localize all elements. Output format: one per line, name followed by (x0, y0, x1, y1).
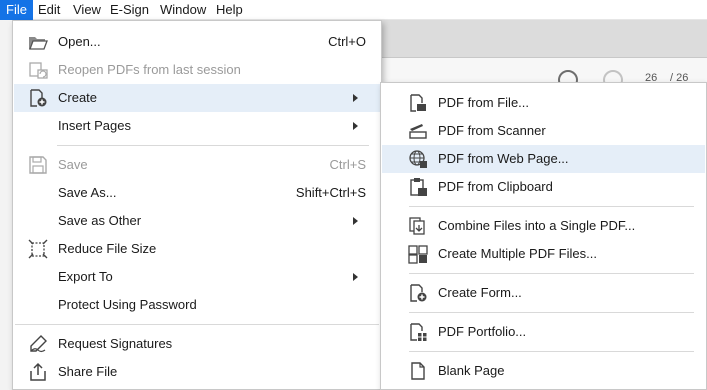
scanner-icon (408, 121, 428, 141)
submenu-item-pdf-portfolio[interactable]: PDF Portfolio... (382, 318, 705, 346)
menu-item-save-as-other[interactable]: Save as Other (14, 207, 380, 235)
compress-file-icon (28, 239, 48, 259)
form-icon (408, 283, 428, 303)
globe-icon (408, 149, 428, 169)
menu-item-save[interactable]: Save Ctrl+S (14, 151, 380, 179)
save-shortcut: Ctrl+S (329, 157, 366, 172)
pdf-from-file-icon (408, 93, 428, 113)
share-file-label: Share File (58, 364, 118, 379)
menu-separator (57, 145, 369, 146)
menu-item-export-to[interactable]: Export To (14, 263, 380, 291)
export-to-label: Export To (58, 269, 113, 284)
share-upload-icon (28, 362, 48, 382)
pdf-from-scanner-label: PDF from Scanner (438, 123, 546, 138)
menu-item-request-signatures[interactable]: Request Signatures (14, 330, 380, 358)
submenu-item-create-multiple[interactable]: Create Multiple PDF Files... (382, 240, 705, 268)
create-pdf-icon (28, 88, 48, 108)
blank-page-icon (408, 361, 428, 381)
create-multiple-label: Create Multiple PDF Files... (438, 246, 597, 261)
open-label: Open... (58, 34, 101, 49)
menu-separator (409, 206, 694, 207)
clipboard-icon (408, 177, 428, 197)
menu-file[interactable]: File (0, 0, 33, 20)
combine-files-icon (408, 216, 428, 236)
signature-pen-icon (28, 334, 48, 354)
menu-item-open[interactable]: Open... Ctrl+O (14, 28, 380, 56)
reopen-label: Reopen PDFs from last session (58, 62, 241, 77)
menu-edit[interactable]: Edit (32, 0, 66, 20)
insert-pages-label: Insert Pages (58, 118, 131, 133)
save-as-other-label: Save as Other (58, 213, 142, 228)
menu-esign[interactable]: E-Sign (104, 0, 155, 20)
submenu-arrow-icon (353, 94, 358, 102)
protect-password-label: Protect Using Password (58, 297, 197, 312)
submenu-arrow-icon (353, 122, 358, 130)
menu-item-save-as[interactable]: Save As... Shift+Ctrl+S (14, 179, 380, 207)
app-toolbar (380, 58, 707, 84)
submenu-item-pdf-from-file[interactable]: PDF from File... (382, 89, 705, 117)
combine-files-label: Combine Files into a Single PDF... (438, 218, 636, 233)
submenu-arrow-icon (353, 217, 358, 225)
create-submenu: PDF from File... PDF from Scanner PDF fr… (380, 82, 707, 390)
pdf-portfolio-label: PDF Portfolio... (438, 324, 527, 339)
portfolio-icon (408, 322, 428, 342)
menu-item-create[interactable]: Create (14, 84, 380, 112)
menu-window[interactable]: Window (154, 0, 212, 20)
submenu-item-combine-files[interactable]: Combine Files into a Single PDF... (382, 212, 705, 240)
submenu-item-create-form[interactable]: Create Form... (382, 279, 705, 307)
open-shortcut: Ctrl+O (328, 34, 366, 49)
submenu-arrow-icon (353, 273, 358, 281)
submenu-item-pdf-from-clipboard[interactable]: PDF from Clipboard (382, 173, 705, 201)
file-menu: Open... Ctrl+O Reopen PDFs from last ses… (12, 20, 382, 390)
menu-item-protect-password[interactable]: Protect Using Password (14, 291, 380, 319)
save-as-label: Save As... (58, 185, 117, 200)
blank-page-label: Blank Page (438, 363, 505, 378)
menu-view[interactable]: View (67, 0, 107, 20)
menu-item-reduce-file-size[interactable]: Reduce File Size (14, 235, 380, 263)
save-disk-icon (28, 155, 48, 175)
pdf-from-web-page-label: PDF from Web Page... (438, 151, 569, 166)
menu-item-reopen[interactable]: Reopen PDFs from last session (14, 56, 380, 84)
reopen-files-icon (28, 60, 48, 80)
reduce-file-size-label: Reduce File Size (58, 241, 157, 256)
create-form-label: Create Form... (438, 285, 522, 300)
menu-separator (409, 312, 694, 313)
menu-separator (409, 273, 694, 274)
folder-open-icon (28, 32, 48, 52)
save-label: Save (58, 157, 88, 172)
pdf-from-file-label: PDF from File... (438, 95, 530, 110)
pdf-from-clipboard-label: PDF from Clipboard (438, 179, 553, 194)
menu-help[interactable]: Help (210, 0, 249, 20)
submenu-item-pdf-from-scanner[interactable]: PDF from Scanner (382, 117, 705, 145)
menu-item-share-file[interactable]: Share File (14, 358, 380, 386)
submenu-item-blank-page[interactable]: Blank Page (382, 357, 705, 385)
request-signatures-label: Request Signatures (58, 336, 173, 351)
multiple-pdf-icon (408, 244, 428, 264)
create-label: Create (58, 90, 98, 105)
save-as-shortcut: Shift+Ctrl+S (295, 185, 366, 200)
menu-item-insert-pages[interactable]: Insert Pages (14, 112, 380, 140)
menu-bar: File Edit View E-Sign Window Help (0, 0, 707, 20)
tab-strip (380, 20, 707, 58)
submenu-item-pdf-from-web-page[interactable]: PDF from Web Page... (382, 145, 705, 173)
menu-separator (409, 351, 694, 352)
menu-separator (15, 324, 379, 325)
